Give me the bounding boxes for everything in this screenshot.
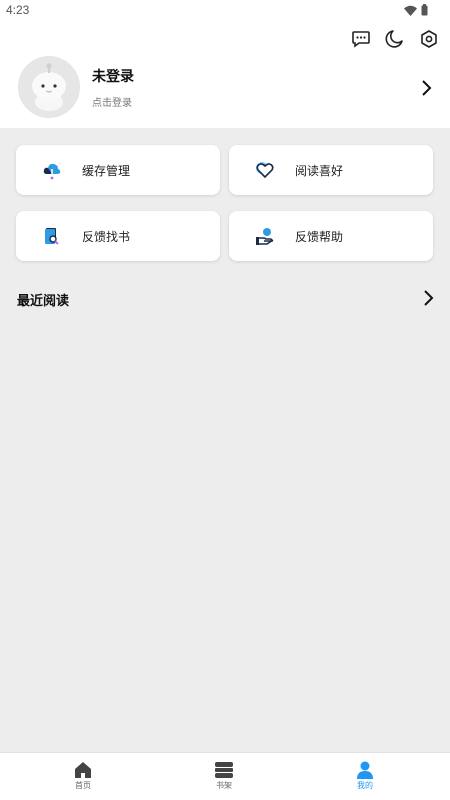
robot-avatar-icon	[18, 56, 80, 118]
settings-icon	[421, 30, 437, 48]
top-actions	[348, 26, 442, 52]
user-icon	[357, 761, 373, 779]
help-hand-icon	[256, 228, 274, 245]
heart-icon	[256, 162, 274, 179]
bookshelf-icon	[215, 762, 233, 778]
cloud-download-icon	[43, 163, 61, 180]
card-label: 缓存管理	[82, 164, 131, 178]
card-label: 反馈帮助	[295, 230, 344, 244]
login-prompt: 点击登录	[92, 98, 132, 109]
message-button[interactable]	[348, 26, 374, 52]
login-profile[interactable]: 未登录 点击登录	[18, 56, 438, 120]
card-label: 反馈找书	[82, 230, 131, 244]
message-icon	[352, 31, 370, 48]
nav-bookshelf[interactable]: 书架	[149, 753, 299, 800]
status-time: 4:23	[6, 3, 30, 17]
recent-reading-title[interactable]: 最近阅读	[17, 290, 69, 309]
nav-profile[interactable]: 我的	[290, 753, 440, 800]
feedback-find-book-card[interactable]: 反馈找书	[16, 211, 220, 261]
profile-name: 未登录	[92, 69, 134, 85]
cache-management-card[interactable]: 缓存管理	[16, 145, 220, 195]
settings-button[interactable]	[416, 26, 442, 52]
night-mode-icon	[385, 30, 403, 48]
avatar	[18, 56, 80, 118]
reading-preference-card[interactable]: 阅读喜好	[229, 145, 433, 195]
nav-label: 我的	[357, 781, 373, 790]
night-mode-button[interactable]	[382, 26, 408, 52]
chevron-right-icon	[422, 80, 432, 96]
status-icons	[404, 4, 428, 16]
wifi-icon	[404, 5, 417, 16]
status-bar: 4:23	[0, 0, 450, 22]
nav-label: 首页	[75, 781, 91, 790]
card-label: 阅读喜好	[295, 164, 344, 178]
battery-icon	[421, 4, 428, 16]
profile-header: 未登录 点击登录	[0, 22, 450, 128]
bottom-navigation: 首页 书架 我的	[0, 752, 450, 800]
feedback-help-card[interactable]: 反馈帮助	[229, 211, 433, 261]
nav-label: 书架	[216, 781, 232, 790]
book-search-icon	[45, 228, 59, 245]
nav-home[interactable]: 首页	[8, 753, 158, 800]
home-icon	[75, 762, 91, 778]
chevron-right-icon[interactable]	[418, 288, 438, 308]
